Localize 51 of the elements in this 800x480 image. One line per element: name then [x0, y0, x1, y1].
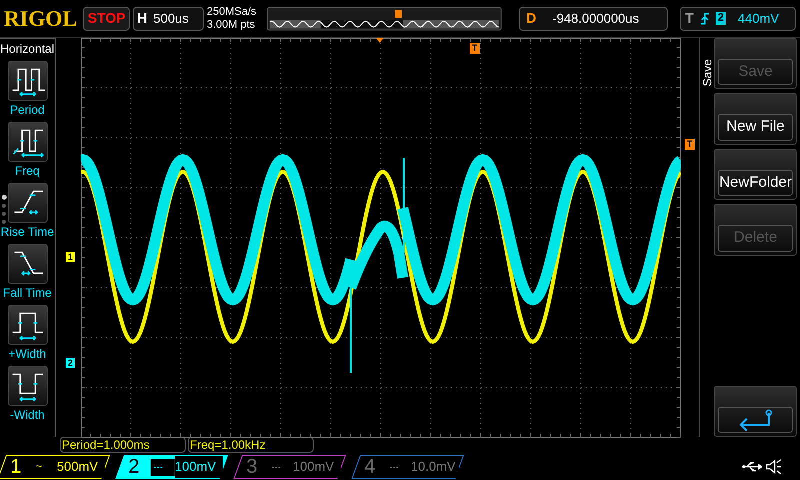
sample-rate: 250MSa/s — [207, 6, 258, 18]
trigger-position-marker: T — [470, 43, 480, 54]
measure-label: Rise Time — [0, 224, 54, 241]
menu-title: Save — [700, 59, 714, 87]
brand-logo: RIGOL — [4, 5, 78, 33]
channel-marker[interactable]: 1 — [66, 252, 76, 262]
timebase-label: H — [137, 9, 148, 28]
measure-label: Fall Time — [3, 285, 52, 302]
channel-tab[interactable]: 1 ~ 500mV — [0, 455, 110, 479]
run-state-indicator[interactable]: STOP — [83, 6, 130, 30]
channel-number: 3 — [245, 455, 259, 480]
measure-label: -Width — [10, 407, 45, 424]
channel-tab[interactable]: 4 ⎓ 10.0mV — [352, 455, 464, 479]
rising-edge-icon — [700, 12, 710, 26]
measure-label: +Width — [8, 346, 46, 363]
timebase-value: 500us — [153, 10, 189, 28]
delay-label: D — [526, 9, 537, 28]
back-button[interactable] — [718, 406, 793, 434]
delay-value: -948.000000us — [552, 10, 640, 28]
channel-number: 4 — [363, 455, 377, 480]
delay-panel[interactable]: D -948.000000us — [519, 6, 668, 30]
measure-button[interactable] — [8, 244, 48, 284]
trigger-panel[interactable]: T 2 440mV — [680, 6, 796, 30]
menu-title: Horizontal — [0, 41, 55, 58]
channel-tab[interactable]: 2 ⎓ 100mV — [116, 455, 228, 479]
measure-button[interactable] — [8, 122, 48, 162]
coupling-symbol: ⎓ — [151, 458, 175, 476]
measurement-readout: Period=1.000ms — [60, 437, 186, 453]
measurement-readout: Freq=1.00kHz — [188, 437, 314, 453]
channel-marker[interactable]: 2 — [66, 358, 76, 368]
trigger-level: 440mV — [738, 10, 780, 28]
trigger-level-marker: T — [685, 139, 695, 150]
menu-button[interactable]: New File — [718, 114, 793, 141]
measure-button[interactable] — [8, 61, 48, 101]
measure-label: Freq — [15, 163, 40, 180]
usb-icon — [742, 462, 762, 472]
measure-button[interactable] — [8, 183, 48, 223]
timebase-panel[interactable]: H 500us — [133, 6, 204, 30]
trigger-label: T — [685, 9, 694, 28]
measure-button[interactable] — [8, 366, 48, 406]
trigger-position-icon — [376, 38, 384, 43]
channel-number: 1 — [9, 455, 23, 480]
measure-label: Period — [10, 102, 45, 119]
channel-number: 2 — [127, 455, 141, 480]
measure-button[interactable] — [8, 305, 48, 345]
menu-button[interactable]: NewFolder — [718, 170, 793, 196]
channel-scale: 100mV — [175, 456, 223, 478]
trigger-source: 2 — [716, 12, 726, 25]
speaker-muted-icon — [766, 459, 782, 475]
channel-tab[interactable]: 3 ⎓ 100mV — [234, 455, 346, 479]
memory-depth: 3.00M pts — [207, 18, 256, 32]
